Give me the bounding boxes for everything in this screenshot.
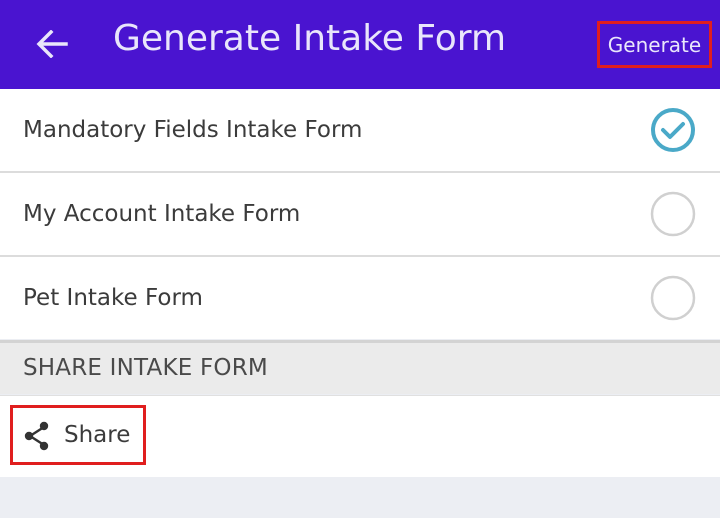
form-option-my-account[interactable]: My Account Intake Form (0, 173, 720, 255)
share-icon (24, 421, 49, 451)
arrow-left-icon (36, 30, 68, 58)
page-title: Generate Intake Form (113, 18, 507, 59)
generate-button-label: Generate (607, 32, 702, 57)
section-title: SHARE INTAKE FORM (23, 355, 268, 381)
app-bar: Generate Intake Form Generate (0, 0, 720, 89)
share-button-label: Share (64, 422, 131, 448)
share-row: Share (0, 395, 720, 477)
generate-button[interactable]: Generate (597, 21, 712, 68)
form-option-mandatory[interactable]: Mandatory Fields Intake Form (0, 89, 720, 171)
form-option-label: My Account Intake Form (23, 201, 301, 227)
checked-circle-icon[interactable] (650, 107, 696, 153)
share-button[interactable]: Share (10, 405, 146, 465)
back-button[interactable] (24, 22, 84, 66)
unchecked-circle-icon[interactable] (650, 275, 696, 321)
form-option-label: Mandatory Fields Intake Form (23, 117, 363, 143)
share-section-header: SHARE INTAKE FORM (0, 340, 720, 394)
form-option-pet[interactable]: Pet Intake Form (0, 257, 720, 339)
form-option-label: Pet Intake Form (23, 285, 203, 311)
unchecked-circle-icon[interactable] (650, 191, 696, 237)
